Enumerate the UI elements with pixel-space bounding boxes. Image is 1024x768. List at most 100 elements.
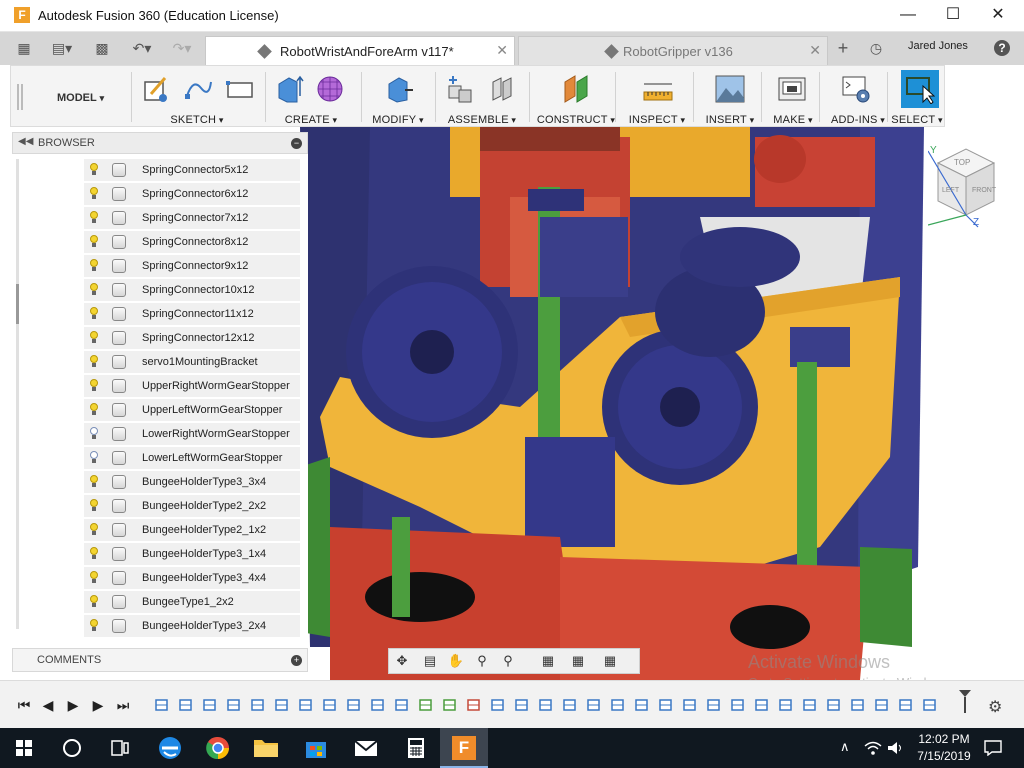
comments-panel[interactable]: COMMENTS + bbox=[12, 648, 308, 672]
browser-tree-item[interactable]: UpperLeftWormGearStopper bbox=[84, 399, 300, 421]
step-back-icon[interactable]: ◀ bbox=[38, 697, 58, 714]
browser-tree-item[interactable]: SpringConnector10x12 bbox=[84, 279, 300, 301]
visibility-bulb-icon[interactable] bbox=[89, 499, 99, 511]
browser-tree-item[interactable]: UpperRightWormGearStopper bbox=[84, 375, 300, 397]
browser-scrollbar[interactable] bbox=[16, 159, 19, 629]
tab-robot-wrist-forearm[interactable]: RobotWristAndForeArm v117* ✕ bbox=[205, 36, 515, 65]
tab-close-icon[interactable]: ✕ bbox=[809, 42, 821, 59]
timeline-feature-icon[interactable] bbox=[754, 697, 770, 713]
timeline-feature-icon[interactable] bbox=[418, 697, 434, 713]
timeline-feature-icon[interactable] bbox=[826, 697, 842, 713]
volume-icon[interactable] bbox=[886, 740, 904, 756]
browser-tree-item[interactable]: SpringConnector5x12 bbox=[84, 159, 300, 181]
timeline-feature-icon[interactable] bbox=[874, 697, 890, 713]
look-at-icon[interactable]: ▤ bbox=[421, 653, 439, 669]
tab-close-icon[interactable]: ✕ bbox=[496, 42, 508, 59]
visibility-bulb-icon[interactable] bbox=[89, 331, 99, 343]
timeline-feature-icon[interactable] bbox=[322, 697, 338, 713]
modify-group[interactable]: MODIFY bbox=[365, 66, 431, 128]
maximize-button[interactable]: ☐ bbox=[930, 0, 976, 32]
grid-settings-icon[interactable]: ▦ bbox=[569, 653, 587, 669]
minimize-button[interactable]: — bbox=[885, 0, 931, 32]
visibility-bulb-icon[interactable] bbox=[89, 595, 99, 607]
show-hidden-icons-chevron-icon[interactable]: ∧ bbox=[840, 739, 850, 755]
redo-icon[interactable]: ↷▾ bbox=[166, 39, 198, 57]
browser-tree-item[interactable]: SpringConnector11x12 bbox=[84, 303, 300, 325]
visibility-bulb-icon[interactable] bbox=[89, 547, 99, 559]
timeline-feature-icon[interactable] bbox=[922, 697, 938, 713]
timeline-feature-icon[interactable] bbox=[466, 697, 482, 713]
go-to-end-icon[interactable]: ⏭ bbox=[113, 697, 133, 714]
store-icon[interactable] bbox=[292, 728, 340, 768]
timeline-feature-icon[interactable] bbox=[850, 697, 866, 713]
inspect-group[interactable]: INSPECT bbox=[619, 66, 695, 128]
browser-tree-item[interactable]: BungeeHolderType3_1x4 bbox=[84, 543, 300, 565]
edge-browser-icon[interactable] bbox=[146, 728, 194, 768]
toolbar-grip[interactable] bbox=[17, 84, 23, 110]
browser-tree-item[interactable]: BungeeType1_2x2 bbox=[84, 591, 300, 613]
file-menu-icon[interactable]: ▤▾ bbox=[48, 39, 76, 57]
mail-icon[interactable] bbox=[342, 728, 390, 768]
orbit-icon[interactable]: ✥ bbox=[393, 653, 411, 669]
job-status-clock-icon[interactable]: ◷ bbox=[866, 39, 886, 57]
construct-group[interactable]: CONSTRUCT bbox=[533, 66, 619, 128]
visibility-bulb-icon[interactable] bbox=[89, 571, 99, 583]
timeline-feature-icon[interactable] bbox=[250, 697, 266, 713]
timeline-feature-icon[interactable] bbox=[730, 697, 746, 713]
scrollbar-thumb[interactable] bbox=[16, 284, 19, 324]
windows-start-icon[interactable] bbox=[0, 728, 48, 768]
go-to-start-icon[interactable]: ⏮ bbox=[14, 697, 34, 714]
timeline-feature-icon[interactable] bbox=[274, 697, 290, 713]
clock-time[interactable]: 12:02 PM bbox=[914, 732, 974, 746]
file-explorer-icon[interactable] bbox=[242, 728, 290, 768]
data-panel-grid-icon[interactable]: ▦ bbox=[14, 39, 34, 57]
save-icon[interactable]: ▩ bbox=[92, 39, 112, 57]
browser-tree-item[interactable]: SpringConnector7x12 bbox=[84, 207, 300, 229]
robot-forearm-model[interactable] bbox=[300, 127, 1024, 680]
visibility-bulb-icon[interactable] bbox=[89, 307, 99, 319]
undo-icon[interactable]: ↶▾ bbox=[126, 39, 158, 57]
workspace-switcher[interactable]: MODEL ▾ bbox=[57, 92, 104, 104]
timeline-feature-icon[interactable] bbox=[370, 697, 386, 713]
zoom-window-icon[interactable]: ⚲ bbox=[499, 653, 517, 669]
visibility-bulb-icon[interactable] bbox=[89, 163, 99, 175]
browser-tree-item[interactable]: LowerRightWormGearStopper bbox=[84, 423, 300, 445]
user-name[interactable]: Jared Jones bbox=[908, 40, 968, 52]
create-group[interactable]: CREATE bbox=[269, 66, 353, 128]
wifi-icon[interactable] bbox=[864, 740, 882, 756]
timeline-features[interactable] bbox=[150, 689, 965, 721]
browser-tree-item[interactable]: SpringConnector6x12 bbox=[84, 183, 300, 205]
browser-tree-item[interactable]: LowerLeftWormGearStopper bbox=[84, 447, 300, 469]
visibility-bulb-icon[interactable] bbox=[89, 475, 99, 487]
display-settings-icon[interactable]: ▦ bbox=[539, 653, 557, 669]
timeline-feature-icon[interactable] bbox=[298, 697, 314, 713]
fusion-taskbar-button[interactable]: F bbox=[440, 728, 488, 768]
visibility-bulb-icon[interactable] bbox=[89, 283, 99, 295]
timeline-feature-icon[interactable] bbox=[898, 697, 914, 713]
visibility-bulb-icon[interactable] bbox=[89, 355, 99, 367]
timeline-feature-icon[interactable] bbox=[490, 697, 506, 713]
timeline-feature-icon[interactable] bbox=[514, 697, 530, 713]
timeline-feature-icon[interactable] bbox=[682, 697, 698, 713]
browser-tree-item[interactable]: BungeeHolderType3_2x4 bbox=[84, 615, 300, 637]
close-window-button[interactable]: ✕ bbox=[975, 0, 1021, 32]
sketch-group[interactable]: SKETCH bbox=[135, 66, 259, 128]
visibility-bulb-icon[interactable] bbox=[89, 235, 99, 247]
add-ins-group[interactable]: ADD-INS bbox=[823, 66, 893, 128]
help-icon[interactable]: ? bbox=[992, 39, 1012, 57]
timeline-feature-icon[interactable] bbox=[346, 697, 362, 713]
insert-group[interactable]: INSERT bbox=[697, 66, 763, 128]
timeline-feature-icon[interactable] bbox=[610, 697, 626, 713]
timeline-feature-icon[interactable] bbox=[202, 697, 218, 713]
visibility-bulb-icon[interactable] bbox=[89, 211, 99, 223]
visibility-bulb-icon[interactable] bbox=[89, 403, 99, 415]
browser-tree-item[interactable]: BungeeHolderType2_1x2 bbox=[84, 519, 300, 541]
timeline-feature-icon[interactable] bbox=[802, 697, 818, 713]
timeline-feature-icon[interactable] bbox=[658, 697, 674, 713]
browser-tree-item[interactable]: SpringConnector8x12 bbox=[84, 231, 300, 253]
timeline-feature-icon[interactable] bbox=[394, 697, 410, 713]
timeline-feature-icon[interactable] bbox=[538, 697, 554, 713]
browser-tree-item[interactable]: BungeeHolderType3_3x4 bbox=[84, 471, 300, 493]
viewcube[interactable]: TOP FRONT LEFT Z Y bbox=[927, 145, 998, 231]
3d-viewport[interactable]: TOP FRONT LEFT Z Y bbox=[300, 127, 1024, 680]
